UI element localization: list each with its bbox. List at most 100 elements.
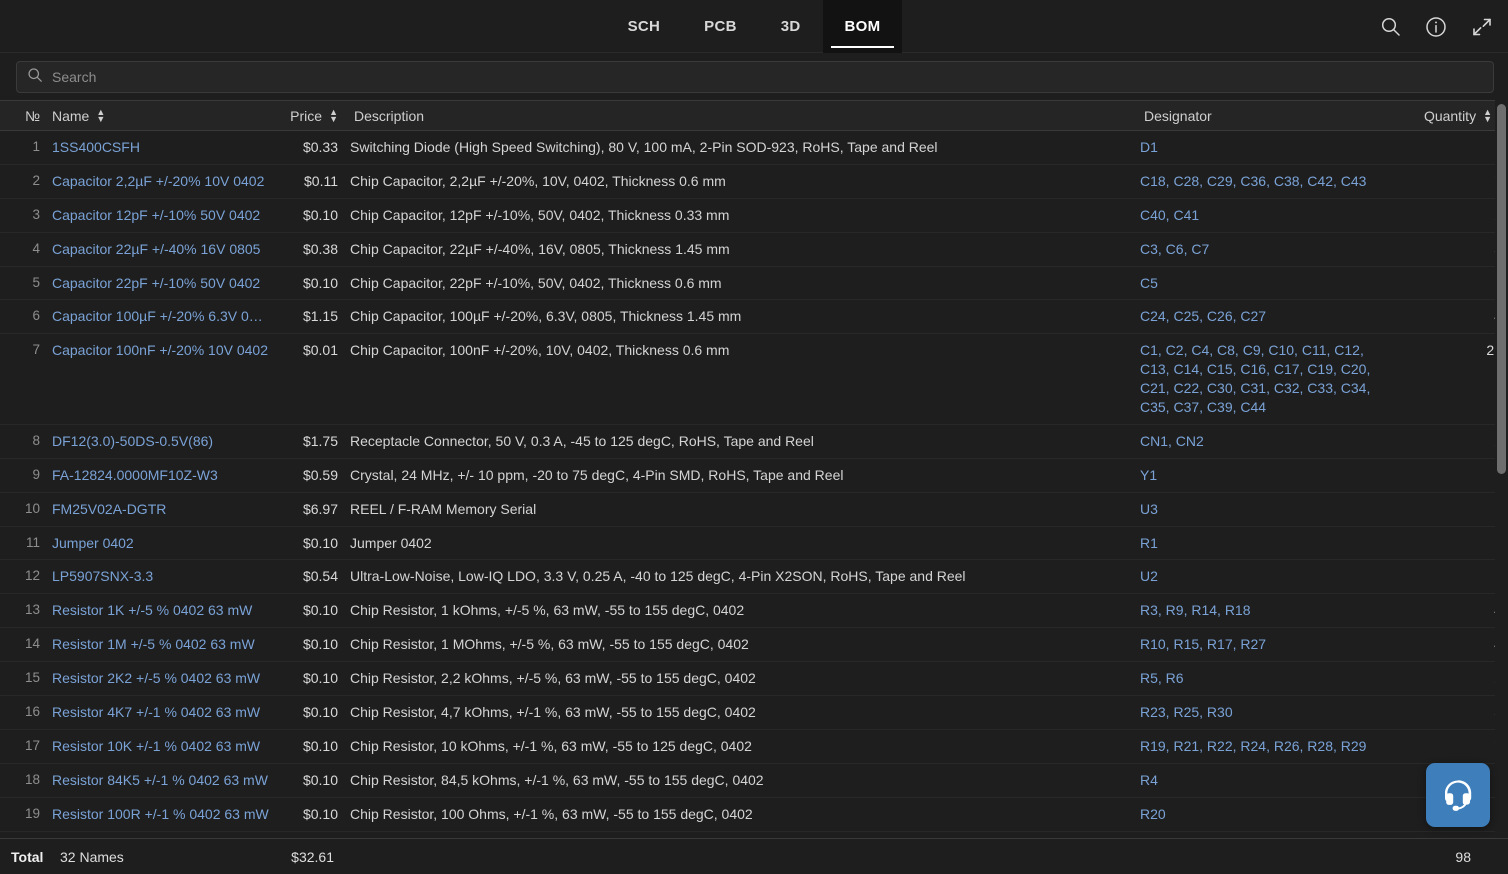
- table-row[interactable]: 17 Resistor 10K +/-1 % 0402 63 mW $0.10 Chi…: [0, 729, 1508, 764]
- part-name-link[interactable]: Capacitor 100nF +/-20% 10V 0402: [52, 341, 270, 360]
- cell-name[interactable]: FA-12824.0000MF10Z-W3: [46, 458, 276, 493]
- column-header-quantity[interactable]: Quantity ▲ ▼: [1396, 100, 1508, 131]
- cell-quantity: 4: [1396, 627, 1508, 663]
- table-row[interactable]: 3 Capacitor 12pF +/-10% 50V 0402 $0.10 Chip…: [0, 198, 1508, 233]
- part-name-link[interactable]: Resistor 2K2 +/-5 % 0402 63 mW: [52, 669, 270, 688]
- part-name-link[interactable]: Resistor 100R +/-1 % 0402 63 mW: [52, 805, 270, 824]
- column-header-name[interactable]: Name ▲ ▼: [46, 100, 276, 131]
- sort-name-icon[interactable]: ▲ ▼: [96, 107, 105, 123]
- column-header-number-label: №: [24, 107, 40, 124]
- part-name-link[interactable]: Resistor 10K +/-1 % 0402 63 mW: [52, 737, 270, 756]
- part-name-link[interactable]: Capacitor 2,2µF +/-20% 10V 0402: [52, 172, 270, 191]
- cell-designator[interactable]: R3, R9, R14, R18: [1134, 593, 1396, 629]
- table-row[interactable]: 5 Capacitor 22pF +/-10% 50V 0402 $0.10 Chip…: [0, 266, 1508, 301]
- table-row[interactable]: 10 FM25V02A-DGTR $6.97 REEL / F-RAM Memory …: [0, 492, 1508, 527]
- cell-name[interactable]: Capacitor 100µF +/-20% 6.3V 08…: [46, 299, 276, 335]
- search-icon[interactable]: [1378, 15, 1402, 39]
- part-name-link[interactable]: Resistor 1K +/-5 % 0402 63 mW: [52, 601, 270, 620]
- cell-designator[interactable]: C40, C41: [1134, 198, 1396, 233]
- cell-name[interactable]: FM25V02A-DGTR: [46, 492, 276, 527]
- part-name-link[interactable]: 1SS400CSFH: [52, 138, 270, 157]
- info-icon[interactable]: [1424, 15, 1448, 39]
- cell-designator[interactable]: C18, C28, C29, C36, C38, C42, C43: [1134, 164, 1396, 199]
- part-name-link[interactable]: Capacitor 100µF +/-20% 6.3V 08…: [52, 307, 270, 326]
- cell-name[interactable]: Resistor 10K +/-1 % 0402 63 mW: [46, 729, 276, 764]
- sort-price-icon[interactable]: ▲ ▼: [329, 107, 338, 123]
- cell-designator[interactable]: C5: [1134, 266, 1396, 301]
- part-name-link[interactable]: DF12(3.0)-50DS-0.5V(86): [52, 432, 270, 451]
- cell-designator[interactable]: U2: [1134, 559, 1396, 595]
- table-row[interactable]: 16 Resistor 4K7 +/-1 % 0402 63 mW $0.10 Chi…: [0, 695, 1508, 730]
- table-row[interactable]: 9 FA-12824.0000MF10Z-W3 $0.59 Crystal, 24 M…: [0, 458, 1508, 493]
- sort-quantity-icon[interactable]: ▲ ▼: [1483, 107, 1492, 123]
- cell-designator[interactable]: R4: [1134, 763, 1396, 798]
- part-name-link[interactable]: Capacitor 12pF +/-10% 50V 0402: [52, 206, 270, 225]
- cell-name[interactable]: Capacitor 100nF +/-20% 10V 0402: [46, 333, 276, 425]
- part-name-link[interactable]: LP5907SNX-3.3: [52, 567, 270, 586]
- search-box[interactable]: [16, 61, 1494, 93]
- fullscreen-icon[interactable]: [1470, 15, 1494, 39]
- cell-designator[interactable]: CN1, CN2: [1134, 424, 1396, 459]
- cell-designator[interactable]: R5, R6: [1134, 661, 1396, 697]
- table-row[interactable]: 11Jumper 0402$0.10Jumper 0402R11: [0, 526, 1508, 561]
- view-tabs: SCH PCB 3D BOM: [0, 0, 1508, 53]
- cell-name[interactable]: Jumper 0402: [46, 526, 276, 561]
- cell-name[interactable]: Resistor 4K7 +/-1 % 0402 63 mW: [46, 695, 276, 730]
- cell-designator[interactable]: C24, C25, C26, C27: [1134, 299, 1396, 335]
- cell-designator[interactable]: R10, R15, R17, R27: [1134, 627, 1396, 663]
- table-row[interactable]: 12 LP5907SNX-3.3 $0.54 Ultra-Low-Noise, Low…: [0, 559, 1508, 595]
- tab-3d[interactable]: 3D: [759, 0, 823, 53]
- cell-name[interactable]: Resistor 2K2 +/-5 % 0402 63 mW: [46, 661, 276, 697]
- cell-name[interactable]: Capacitor 22pF +/-10% 50V 0402: [46, 266, 276, 301]
- cell-name[interactable]: Resistor 1K +/-5 % 0402 63 mW: [46, 593, 276, 629]
- cell-name[interactable]: Resistor 100R +/-1 % 0402 63 mW: [46, 797, 276, 832]
- vertical-scrollbar-thumb[interactable]: [1497, 104, 1506, 474]
- cell-number: 11: [0, 526, 46, 561]
- part-name-link[interactable]: Jumper 0402: [52, 534, 270, 553]
- cell-designator[interactable]: C3, C6, C7: [1134, 232, 1396, 267]
- part-name-link[interactable]: FM25V02A-DGTR: [52, 500, 270, 519]
- cell-name[interactable]: Resistor 84K5 +/-1 % 0402 63 mW: [46, 763, 276, 798]
- part-name-link[interactable]: Resistor 4K7 +/-1 % 0402 63 mW: [52, 703, 270, 722]
- part-name-link[interactable]: FA-12824.0000MF10Z-W3: [52, 466, 270, 485]
- cell-number: 7: [0, 333, 46, 425]
- vertical-scrollbar[interactable]: [1495, 100, 1508, 844]
- cell-designator[interactable]: R1: [1134, 526, 1396, 561]
- table-row[interactable]: 18 Resistor 84K5 +/-1 % 0402 63 mW $0.10 Ch…: [0, 763, 1508, 798]
- cell-designator[interactable]: R19, R21, R22, R24, R26, R28, R29: [1134, 729, 1396, 764]
- table-row[interactable]: 14 Resistor 1M +/-5 % 0402 63 mW $0.10 Chip…: [0, 627, 1508, 663]
- table-row[interactable]: 4 Capacitor 22µF +/-40% 16V 0805 $0.38 Chip…: [0, 232, 1508, 267]
- table-row[interactable]: 2 Capacitor 2,2µF +/-20% 10V 0402 $0.11 Chi…: [0, 164, 1508, 199]
- search-input[interactable]: [52, 69, 1483, 85]
- part-name-link[interactable]: Capacitor 22µF +/-40% 16V 0805: [52, 240, 270, 259]
- cell-designator[interactable]: Y1: [1134, 458, 1396, 493]
- table-row[interactable]: 8 DF12(3.0)-50DS-0.5V(86) $1.75 Receptacle …: [0, 424, 1508, 459]
- cell-designator[interactable]: U3: [1134, 492, 1396, 527]
- table-row[interactable]: 13 Resistor 1K +/-5 % 0402 63 mW $0.10 Chip…: [0, 593, 1508, 629]
- part-name-link[interactable]: Resistor 84K5 +/-1 % 0402 63 mW: [52, 771, 270, 790]
- tab-bom[interactable]: BOM: [822, 0, 903, 53]
- support-chat-button[interactable]: [1426, 763, 1490, 827]
- cell-designator[interactable]: R23, R25, R30: [1134, 695, 1396, 730]
- tab-pcb[interactable]: PCB: [682, 0, 759, 53]
- cell-designator[interactable]: D1: [1134, 130, 1396, 165]
- table-row[interactable]: 15 Resistor 2K2 +/-5 % 0402 63 mW $0.10 Chi…: [0, 661, 1508, 697]
- part-name-link[interactable]: Capacitor 22pF +/-10% 50V 0402: [52, 274, 270, 293]
- cell-name[interactable]: Capacitor 22µF +/-40% 16V 0805: [46, 232, 276, 267]
- cell-name[interactable]: DF12(3.0)-50DS-0.5V(86): [46, 424, 276, 459]
- total-quantity: 98: [1455, 848, 1471, 865]
- cell-name[interactable]: Capacitor 12pF +/-10% 50V 0402: [46, 198, 276, 233]
- table-row[interactable]: 7 Capacitor 100nF +/-20% 10V 0402 $0.01 Chi…: [0, 333, 1508, 425]
- cell-designator[interactable]: R20: [1134, 797, 1396, 832]
- cell-name[interactable]: LP5907SNX-3.3: [46, 559, 276, 595]
- cell-name[interactable]: Capacitor 2,2µF +/-20% 10V 0402: [46, 164, 276, 199]
- table-row[interactable]: 1 1SS400CSFH $0.33 Switching Diode (High Sp…: [0, 130, 1508, 165]
- cell-designator[interactable]: C1, C2, C4, C8, C9, C10, C11, C12, C13, …: [1134, 333, 1396, 425]
- part-name-link[interactable]: Resistor 1M +/-5 % 0402 63 mW: [52, 635, 270, 654]
- cell-name[interactable]: Resistor 1M +/-5 % 0402 63 mW: [46, 627, 276, 663]
- tab-sch[interactable]: SCH: [606, 0, 683, 53]
- cell-name[interactable]: 1SS400CSFH: [46, 130, 276, 165]
- table-row[interactable]: 19 Resistor 100R +/-1 % 0402 63 mW $0.10 Ch…: [0, 797, 1508, 832]
- column-header-price[interactable]: Price ▲ ▼: [276, 100, 344, 131]
- table-row[interactable]: 6 Capacitor 100µF +/-20% 6.3V 08… $1.15 Chi…: [0, 299, 1508, 335]
